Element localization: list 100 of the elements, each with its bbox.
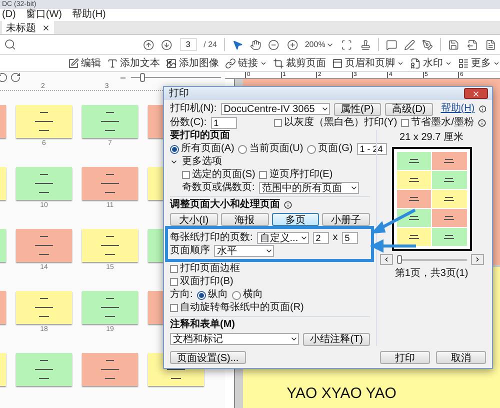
odd-even-label: 奇数页或偶数页: <box>182 182 255 194</box>
pen-icon[interactable] <box>404 38 416 50</box>
cancel-button[interactable]: 取消 <box>436 351 486 364</box>
page-thumbnail[interactable] <box>82 167 138 200</box>
comment-icon[interactable] <box>386 38 397 50</box>
page-thumbnail[interactable] <box>16 291 72 324</box>
page-thumbnail[interactable] <box>82 353 138 386</box>
page-field[interactable]: 3 <box>180 38 197 51</box>
slider-thumb[interactable] <box>396 255 402 264</box>
page-order-dropdown[interactable]: 水平 <box>214 245 274 257</box>
close-icon[interactable] <box>164 58 174 68</box>
mode-button[interactable]: 大小(I) <box>170 213 218 226</box>
tool-button[interactable]: 编辑 <box>68 56 101 70</box>
page-text: YAO XYAO YAO <box>286 385 398 402</box>
pointer-icon[interactable] <box>232 38 244 50</box>
tool-button[interactable]: 链接 <box>225 56 267 70</box>
export-file-icon[interactable] <box>466 38 478 50</box>
printer-dropdown[interactable]: DocuCentre-IV 3065 <box>220 103 330 115</box>
tool-button[interactable]: 更多 <box>458 56 500 70</box>
menu-item[interactable]: (D) <box>2 9 16 21</box>
page-setup-button[interactable]: 页面设置(S)... <box>170 351 246 364</box>
next-page-button[interactable] <box>470 254 484 265</box>
tool-button[interactable]: 添加文本 <box>107 56 160 70</box>
times-sign: x <box>332 232 338 244</box>
page-thumbnail[interactable] <box>82 291 138 324</box>
dialog-button[interactable]: 高级(D) <box>384 102 433 116</box>
slider-thumb[interactable] <box>140 73 144 82</box>
close-button[interactable] <box>464 88 488 99</box>
caret-icon <box>493 60 500 66</box>
mode-button[interactable]: 小册子 <box>322 213 370 226</box>
stamp-icon[interactable] <box>360 38 371 50</box>
radio-button[interactable]: 横向 <box>232 289 263 301</box>
columns-field[interactable]: 2 <box>312 232 329 244</box>
mode-button[interactable]: 多页 <box>272 213 320 226</box>
pages-per-sheet-label: 每张纸打印的页数: <box>170 232 253 244</box>
page-thumbnail[interactable] <box>16 353 72 386</box>
text-icon <box>107 58 118 68</box>
caret-icon <box>260 60 267 66</box>
previous-page-button[interactable] <box>380 254 392 265</box>
caret-icon <box>350 184 358 192</box>
dialog-title: 打印 <box>169 88 189 100</box>
hand-icon[interactable] <box>250 38 262 50</box>
option-checkbox[interactable]: 打印页面边框 <box>170 263 240 275</box>
search-icon[interactable] <box>4 38 16 51</box>
fit-page-icon[interactable] <box>341 38 353 50</box>
link-icon <box>225 58 236 68</box>
zoom-out-icon[interactable] <box>268 38 280 50</box>
section-title: 要打印的页面 <box>170 130 231 142</box>
tool-button[interactable]: 页眉和页脚 <box>332 56 404 70</box>
page-thumbnail[interactable] <box>16 229 72 262</box>
print-button[interactable]: 打印 <box>380 351 430 364</box>
printer-label: 打印机(N): <box>170 103 217 115</box>
radio-button[interactable]: 所有页面(A) <box>170 143 234 155</box>
save-icon[interactable] <box>448 38 460 50</box>
zoom-in-icon[interactable] <box>286 38 298 50</box>
caret-icon <box>397 60 404 66</box>
tool-button[interactable]: 裁剪页面 <box>273 56 326 70</box>
page-thumbnail[interactable] <box>82 105 138 138</box>
radio-button[interactable]: 纵向 <box>196 289 228 301</box>
undo-icon[interactable] <box>0 72 8 83</box>
close-icon[interactable] <box>42 24 50 32</box>
pages-per-sheet-dropdown[interactable]: 自定义... <box>256 232 309 244</box>
option-checkbox[interactable]: 以灰度（黑白色）打印(Y) <box>274 117 398 129</box>
option-checkbox[interactable]: 节省墨水/墨粉 <box>401 117 474 129</box>
odd-even-dropdown[interactable]: 范围中的所有页面 <box>258 182 359 194</box>
info-icon <box>284 201 292 209</box>
option-checkbox[interactable]: 逆页序打印(E) <box>259 169 333 181</box>
page-thumbnail[interactable] <box>16 105 72 138</box>
header-icon <box>332 58 343 68</box>
option-checkbox[interactable]: 双面打印(B) <box>170 276 234 288</box>
copies-field[interactable]: 1 <box>210 117 237 129</box>
tool-button[interactable]: 水印 <box>410 56 452 70</box>
menu-item[interactable]: 窗口(W) <box>26 9 62 21</box>
document-icon[interactable] <box>484 38 496 50</box>
option-checkbox[interactable]: 自动旋转每张纸中的页面(R) <box>170 302 304 314</box>
redo-icon[interactable] <box>10 72 21 83</box>
tool-button[interactable]: 添加图像 <box>166 56 219 70</box>
rows-field[interactable]: 5 <box>342 232 358 244</box>
zoom-dropdown[interactable]: 200% <box>304 40 334 49</box>
left-chevron-icon <box>382 256 390 263</box>
radio-button[interactable]: 页面(G) <box>307 143 353 155</box>
menu-item[interactable]: 帮助(H) <box>72 9 106 21</box>
comments-dropdown[interactable]: 文档和标记 <box>170 333 300 345</box>
dialog-button[interactable]: 属性(P) <box>334 102 381 116</box>
list-icon <box>458 58 469 68</box>
document-badge-icon <box>410 58 421 68</box>
info-icon <box>478 105 486 113</box>
mode-button[interactable]: 海报 <box>220 213 268 226</box>
option-checkbox[interactable]: 选定的页面(S) <box>182 169 256 181</box>
more-options-toggle[interactable]: 更多选项 <box>182 156 222 168</box>
page-thumbnail[interactable] <box>82 229 138 262</box>
radio-button[interactable]: 当前页面(U) <box>238 143 304 155</box>
summarize-button[interactable]: 小结注释(T) <box>303 332 370 346</box>
help-link[interactable]: 帮助(H) <box>440 103 475 115</box>
pen-square-icon <box>68 58 79 68</box>
page-thumbnail[interactable] <box>16 167 72 200</box>
document-tab[interactable]: 未标题 <box>2 21 54 34</box>
sign-icon[interactable] <box>422 38 434 50</box>
caret-icon <box>265 247 273 255</box>
expand-icon <box>170 158 178 166</box>
